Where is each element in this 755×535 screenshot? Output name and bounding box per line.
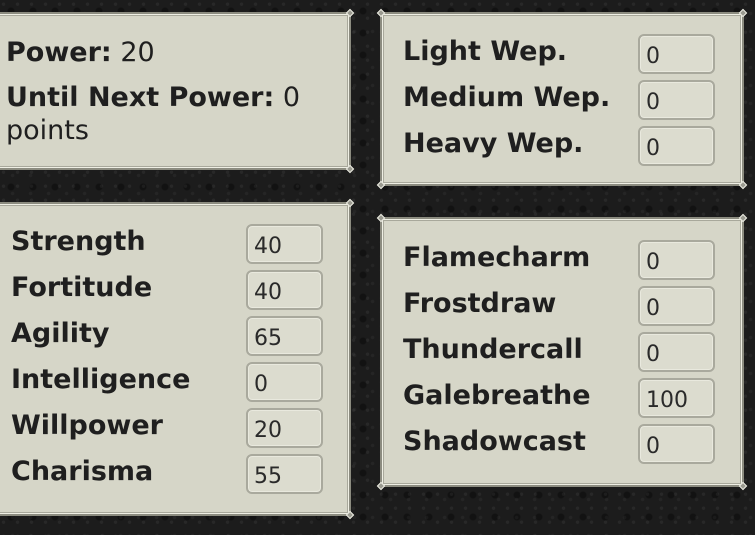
until-next-power-value: 0 (282, 82, 301, 113)
panel-corner-ornament (376, 180, 386, 190)
stat-row-intelligence: Intelligence 0 (11, 362, 331, 404)
magic-row-thundercall: Thundercall 0 (403, 332, 723, 374)
magic-label: Frostdraw (403, 288, 557, 319)
stat-row-charisma: Charisma 55 (11, 454, 331, 496)
panel-corner-ornament (376, 481, 386, 491)
galebreathe-field[interactable]: 100 (638, 378, 715, 418)
stat-label: Willpower (11, 410, 163, 441)
weapon-label: Medium Wep. (403, 82, 611, 113)
flamecharm-field[interactable]: 0 (638, 240, 715, 280)
shadowcast-field[interactable]: 0 (638, 424, 715, 464)
willpower-field[interactable]: 20 (246, 408, 323, 448)
medium-weapon-field[interactable]: 0 (638, 80, 715, 120)
power-value: 20 (120, 37, 155, 68)
heavy-weapon-field[interactable]: 0 (638, 126, 715, 166)
stat-label: Charisma (11, 456, 154, 487)
magic-row-galebreathe: Galebreathe 100 (403, 378, 723, 420)
magic-row-shadowcast: Shadowcast 0 (403, 424, 723, 466)
panel-corner-ornament (345, 198, 355, 208)
power-panel: Power: 20 Until Next Power: 0 points (0, 8, 355, 174)
power-line: Power: 20 (6, 38, 155, 68)
stat-label: Fortitude (11, 272, 153, 303)
fortitude-field[interactable]: 40 (246, 270, 323, 310)
panel-corner-ornament (738, 213, 748, 223)
stat-label: Strength (11, 226, 146, 257)
weapon-row-medium: Medium Wep. 0 (403, 80, 723, 122)
light-weapon-field[interactable]: 0 (638, 34, 715, 74)
weapon-row-heavy: Heavy Wep. 0 (403, 126, 723, 168)
until-next-power-unit: points (6, 115, 89, 146)
magic-row-frostdraw: Frostdraw 0 (403, 286, 723, 328)
attributes-panel: Strength 40 Fortitude 40 Agility 65 Inte… (0, 198, 355, 520)
stat-label: Intelligence (11, 364, 191, 395)
weapon-row-light: Light Wep. 0 (403, 34, 723, 76)
stat-row-agility: Agility 65 (11, 316, 331, 358)
agility-field[interactable]: 65 (246, 316, 323, 356)
weapons-panel: Light Wep. 0 Medium Wep. 0 Heavy Wep. 0 (376, 8, 748, 190)
until-next-power-line: Until Next Power: 0 (6, 83, 300, 113)
thundercall-field[interactable]: 0 (638, 332, 715, 372)
intelligence-field[interactable]: 0 (246, 362, 323, 402)
magic-label: Galebreathe (403, 380, 591, 411)
strength-field[interactable]: 40 (246, 224, 323, 264)
stat-row-willpower: Willpower 20 (11, 408, 331, 450)
panel-corner-ornament (376, 213, 386, 223)
stat-label: Agility (11, 318, 110, 349)
magic-label: Shadowcast (403, 426, 586, 457)
panel-corner-ornament (345, 164, 355, 174)
until-next-power-label: Until Next Power: (6, 82, 275, 113)
magic-row-flamecharm: Flamecharm 0 (403, 240, 723, 282)
panel-corner-ornament (738, 481, 748, 491)
magic-label: Thundercall (403, 334, 583, 365)
weapon-label: Light Wep. (403, 36, 568, 67)
stat-row-strength: Strength 40 (11, 224, 331, 266)
panel-corner-ornament (345, 8, 355, 18)
stat-row-fortitude: Fortitude 40 (11, 270, 331, 312)
power-label: Power: (6, 37, 112, 68)
panel-corner-ornament (738, 180, 748, 190)
frostdraw-field[interactable]: 0 (638, 286, 715, 326)
magic-label: Flamecharm (403, 242, 591, 273)
panel-corner-ornament (738, 8, 748, 18)
panel-corner-ornament (376, 8, 386, 18)
panel-corner-ornament (345, 510, 355, 520)
attunements-panel: Flamecharm 0 Frostdraw 0 Thundercall 0 G… (376, 213, 748, 491)
charisma-field[interactable]: 55 (246, 454, 323, 494)
weapon-label: Heavy Wep. (403, 128, 584, 159)
